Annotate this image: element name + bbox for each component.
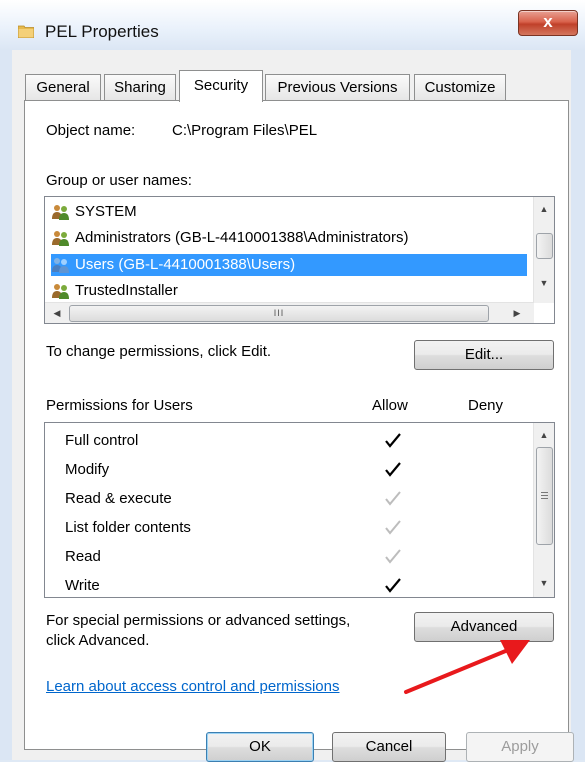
object-name-value: C:\Program Files\PEL [172,122,318,139]
special-permissions-text: For special permissions or advanced sett… [46,612,351,629]
list-item-system[interactable]: SYSTEM [51,201,137,223]
scroll-up-icon[interactable]: ▲ [534,425,554,445]
scroll-thumb[interactable]: III [69,305,489,322]
allow-check-inherited-icon [385,520,401,535]
allow-check-icon [385,578,401,593]
allow-check-inherited-icon [385,549,401,564]
scroll-thumb[interactable] [536,447,553,545]
object-name-label: Object name: [46,122,136,139]
scroll-left-icon[interactable]: ◀ [47,303,67,323]
user-list[interactable]: SYSTEM Administrators (GB-L-4410001388\A… [44,196,555,324]
user-name: Administrators (GB-L-4410001388\Administ… [75,229,409,246]
list-item-administrators[interactable]: Administrators (GB-L-4410001388\Administ… [51,227,408,249]
cancel-button-label: Cancel [365,738,413,755]
permissions-list[interactable]: Full control Modify Read & execute List … [44,422,555,598]
permission-row: Modify [45,455,535,484]
user-name: Users (GB-L-4410001388\Users) [75,256,296,273]
apply-button-label: Apply [501,738,539,755]
scroll-right-icon[interactable]: ▶ [507,303,527,323]
group-user-names-label: Group or user names: [46,172,192,189]
red-arrow-annotation [404,640,530,694]
users-group-icon [52,284,69,300]
users-group-icon [52,205,69,221]
special-permissions-text-2: click Advanced. [46,632,150,649]
permission-name: Read [65,548,101,565]
permission-row: Read [45,542,535,571]
change-permissions-text: To change permissions, click Edit. [46,343,272,360]
scroll-down-icon[interactable]: ▼ [534,273,554,293]
user-list-horizontal-scrollbar[interactable]: ◀ III ▶ [45,302,534,323]
allow-check-icon [385,433,401,448]
permission-name: Write [65,577,100,594]
apply-button[interactable]: Apply [466,732,574,762]
scroll-up-icon[interactable]: ▲ [534,199,554,219]
list-item-users[interactable]: Users (GB-L-4410001388\Users) [51,254,527,276]
permissions-vertical-scrollbar[interactable]: ▲ ▼ [533,423,554,597]
permission-row: Full control [45,426,535,455]
scroll-down-icon[interactable]: ▼ [534,573,554,593]
scroll-thumb[interactable] [536,233,553,259]
edit-button-label: Edit... [464,346,504,363]
permission-name: List folder contents [65,519,191,536]
learn-access-control-link[interactable]: Learn about access control and permissio… [46,678,340,695]
allow-column-header: Allow [372,397,408,414]
allow-check-inherited-icon [385,491,401,506]
ok-button-label: OK [249,738,271,755]
users-group-icon [52,258,69,274]
allow-check-icon [385,462,401,477]
permission-row: List folder contents [45,513,535,542]
user-name: TrustedInstaller [75,282,178,299]
edit-button[interactable]: Edit... [414,340,554,370]
deny-column-header: Deny [468,397,504,414]
permission-name: Read & execute [65,490,172,507]
permissions-for-users-label: Permissions for Users [46,397,193,414]
permission-name: Full control [65,432,139,449]
user-name: SYSTEM [75,203,137,220]
permission-row: Write [45,571,535,597]
list-item-trustedinstaller[interactable]: TrustedInstaller [51,280,178,302]
permission-row: Read & execute [45,484,535,513]
permission-name: Modify [65,461,110,478]
users-group-icon [52,231,69,247]
ok-button[interactable]: OK [206,732,314,762]
user-list-vertical-scrollbar[interactable]: ▲ ▼ [533,197,554,303]
cancel-button[interactable]: Cancel [332,732,446,762]
